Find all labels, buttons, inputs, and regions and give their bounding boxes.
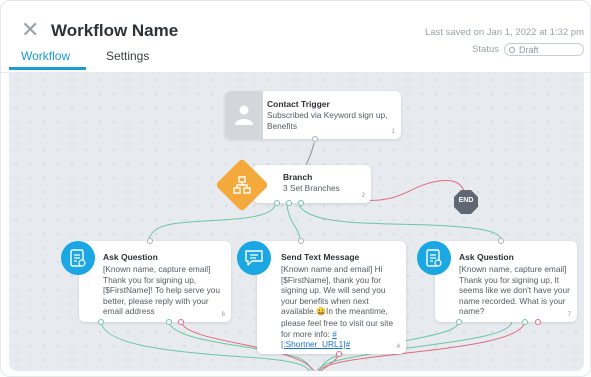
end-label: END (458, 197, 474, 204)
ask2-body: [Known name, capture email] Thank you fo… (459, 264, 570, 317)
trigger-description: Subscribed via Keyword sign up, Benefits (267, 110, 388, 131)
branch-title: Branch (283, 172, 313, 182)
node-number: 4 (396, 344, 400, 350)
ask2-output-port-3[interactable] (535, 319, 541, 325)
ask2-title: Ask Question (459, 252, 514, 262)
trigger-icon-box (225, 91, 263, 139)
send-text-message-node[interactable]: Send Text Message [Known name and email]… (257, 238, 406, 357)
ask2-input-port[interactable] (498, 238, 504, 244)
branch-output-port-3[interactable] (298, 200, 304, 206)
sms-input-port[interactable] (298, 238, 304, 244)
ask1-output-port-3[interactable] (178, 319, 184, 325)
close-icon[interactable]: ✕ (21, 19, 39, 41)
page-title: Workflow Name (51, 21, 179, 40)
workflow-canvas[interactable]: Contact Trigger Subscribed via Keyword s… (9, 73, 584, 371)
ask-question-node-2[interactable]: Ask Question [Known name, capture email]… (435, 238, 577, 325)
sms-body: [Known name and email] Hi [$FirstName], … (281, 264, 402, 350)
ask2-output-port-1[interactable] (456, 319, 462, 325)
tab-workflow[interactable]: Workflow (21, 49, 70, 63)
connector-branch-ask1 (148, 204, 276, 240)
question-form-icon (426, 249, 442, 267)
node-number: 2 (361, 193, 365, 199)
connector-branch-sms (286, 204, 301, 240)
ask-question-node-1[interactable]: Ask Question [Known name, capture email]… (79, 238, 231, 325)
status-toggle[interactable]: Draft (504, 43, 584, 56)
node-number: 6 (221, 312, 225, 318)
ask1-output-port-2[interactable] (166, 319, 172, 325)
ask1-output-port-1[interactable] (98, 319, 104, 325)
ask1-title: Ask Question (103, 252, 158, 262)
ask1-icon-badge (61, 241, 95, 275)
sms-icon-badge (237, 241, 271, 275)
branch-output-port-1[interactable] (274, 200, 280, 206)
active-tab-indicator (9, 67, 86, 70)
branch-description: 3 Set Branches (283, 183, 340, 193)
status-toggle-knob (509, 46, 515, 53)
connector-trigger-branch (305, 142, 315, 166)
node-number: 1 (391, 129, 395, 135)
grin-emoji-icon: 😀 (316, 307, 327, 317)
chat-message-icon (245, 250, 263, 266)
trigger-output-port[interactable] (312, 136, 318, 142)
ask1-input-port[interactable] (147, 238, 153, 244)
connector-branch-end (361, 180, 465, 201)
sms-title: Send Text Message (281, 252, 360, 262)
ask2-output-port-2[interactable] (522, 319, 528, 325)
ask2-icon-badge (417, 241, 451, 275)
workflow-editor: ✕ Workflow Name Last saved on Jan 1, 202… (0, 0, 591, 377)
header: ✕ Workflow Name Last saved on Jan 1, 202… (1, 1, 590, 73)
branch-output-port-2[interactable] (286, 200, 292, 206)
end-node[interactable]: END (453, 189, 479, 215)
trigger-title: Contact Trigger (267, 99, 330, 109)
status-label: Status (472, 44, 499, 55)
status-value: Draft (519, 44, 539, 55)
status-control: Status Draft (472, 43, 584, 56)
ask1-body: [Known name, capture email] Thank you fo… (103, 264, 220, 317)
person-icon (235, 105, 253, 125)
sms-output-port[interactable] (336, 351, 342, 357)
node-number: 7 (567, 312, 571, 318)
branch-node[interactable]: Branch 3 Set Branches 2 (253, 165, 371, 206)
branch-icon (233, 176, 251, 194)
question-form-icon (70, 249, 86, 267)
tab-settings[interactable]: Settings (106, 49, 149, 63)
contact-trigger-node[interactable]: Contact Trigger Subscribed via Keyword s… (225, 91, 401, 142)
last-saved-text: Last saved on Jan 1, 2022 at 1:32 pm (425, 27, 584, 38)
